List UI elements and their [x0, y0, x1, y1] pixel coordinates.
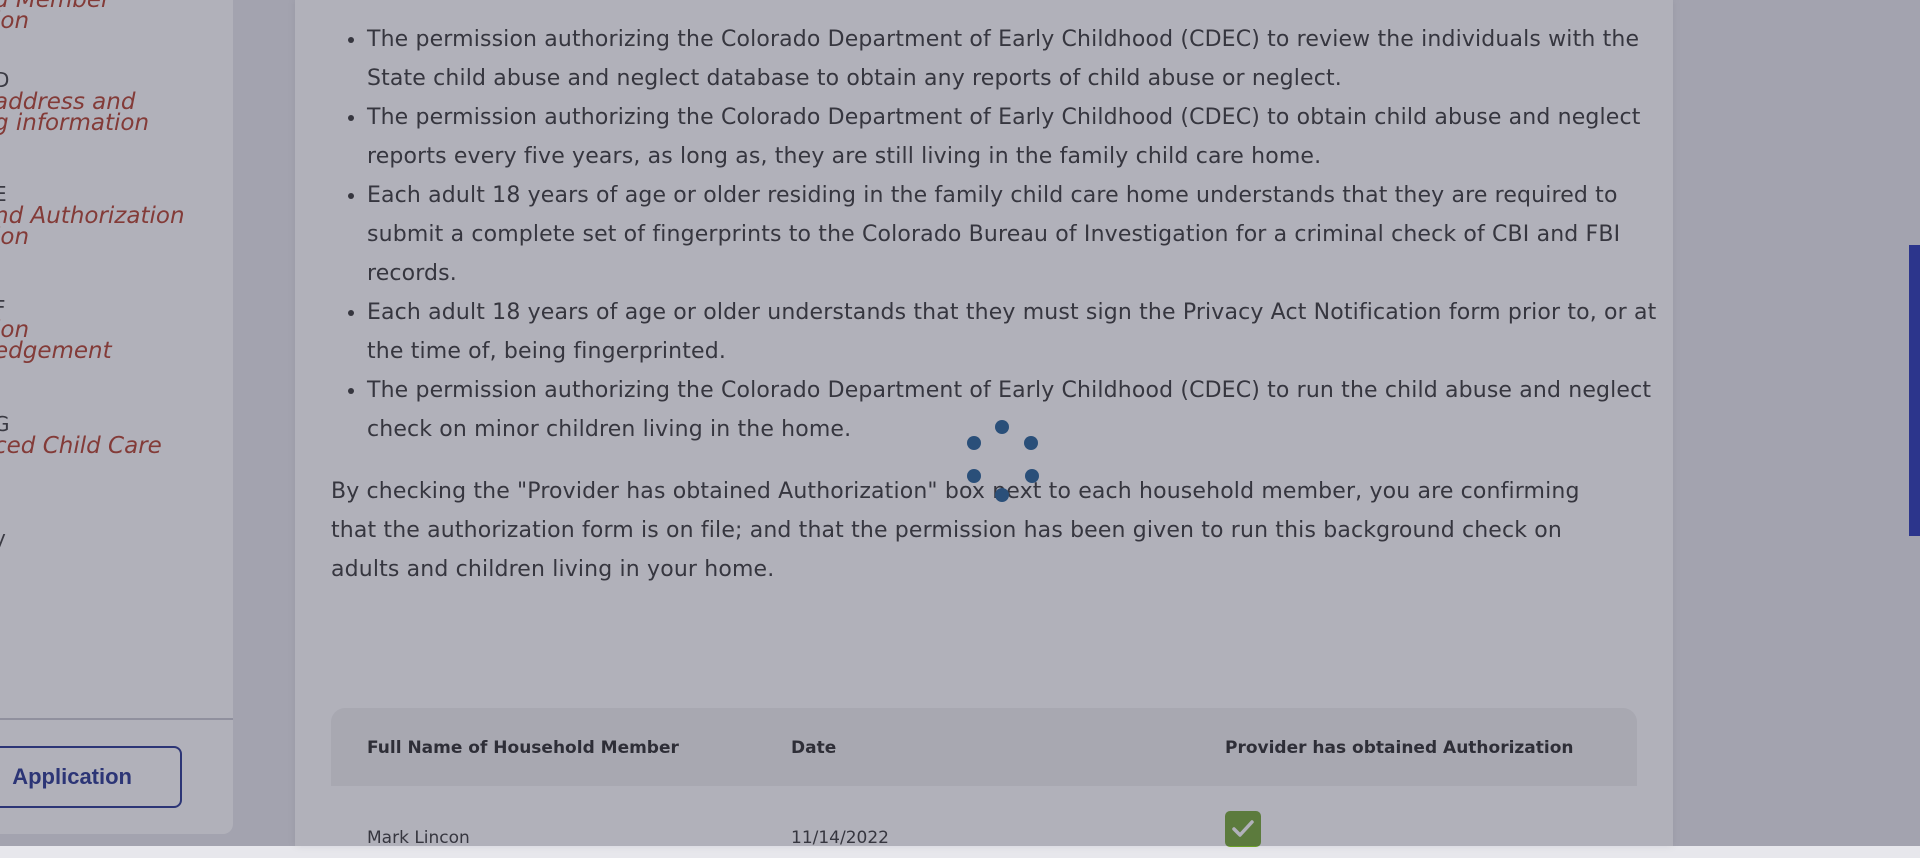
spinner-dot	[1025, 469, 1039, 483]
loading-spinner-icon	[0, 0, 1920, 846]
spinner-dot	[1024, 436, 1038, 450]
spinner-dot	[995, 488, 1009, 502]
spinner-dot	[995, 420, 1009, 434]
spinner-dot	[967, 436, 981, 450]
app-root: d Member ion D address and g information…	[0, 0, 1920, 848]
spinner-dot	[967, 469, 981, 483]
